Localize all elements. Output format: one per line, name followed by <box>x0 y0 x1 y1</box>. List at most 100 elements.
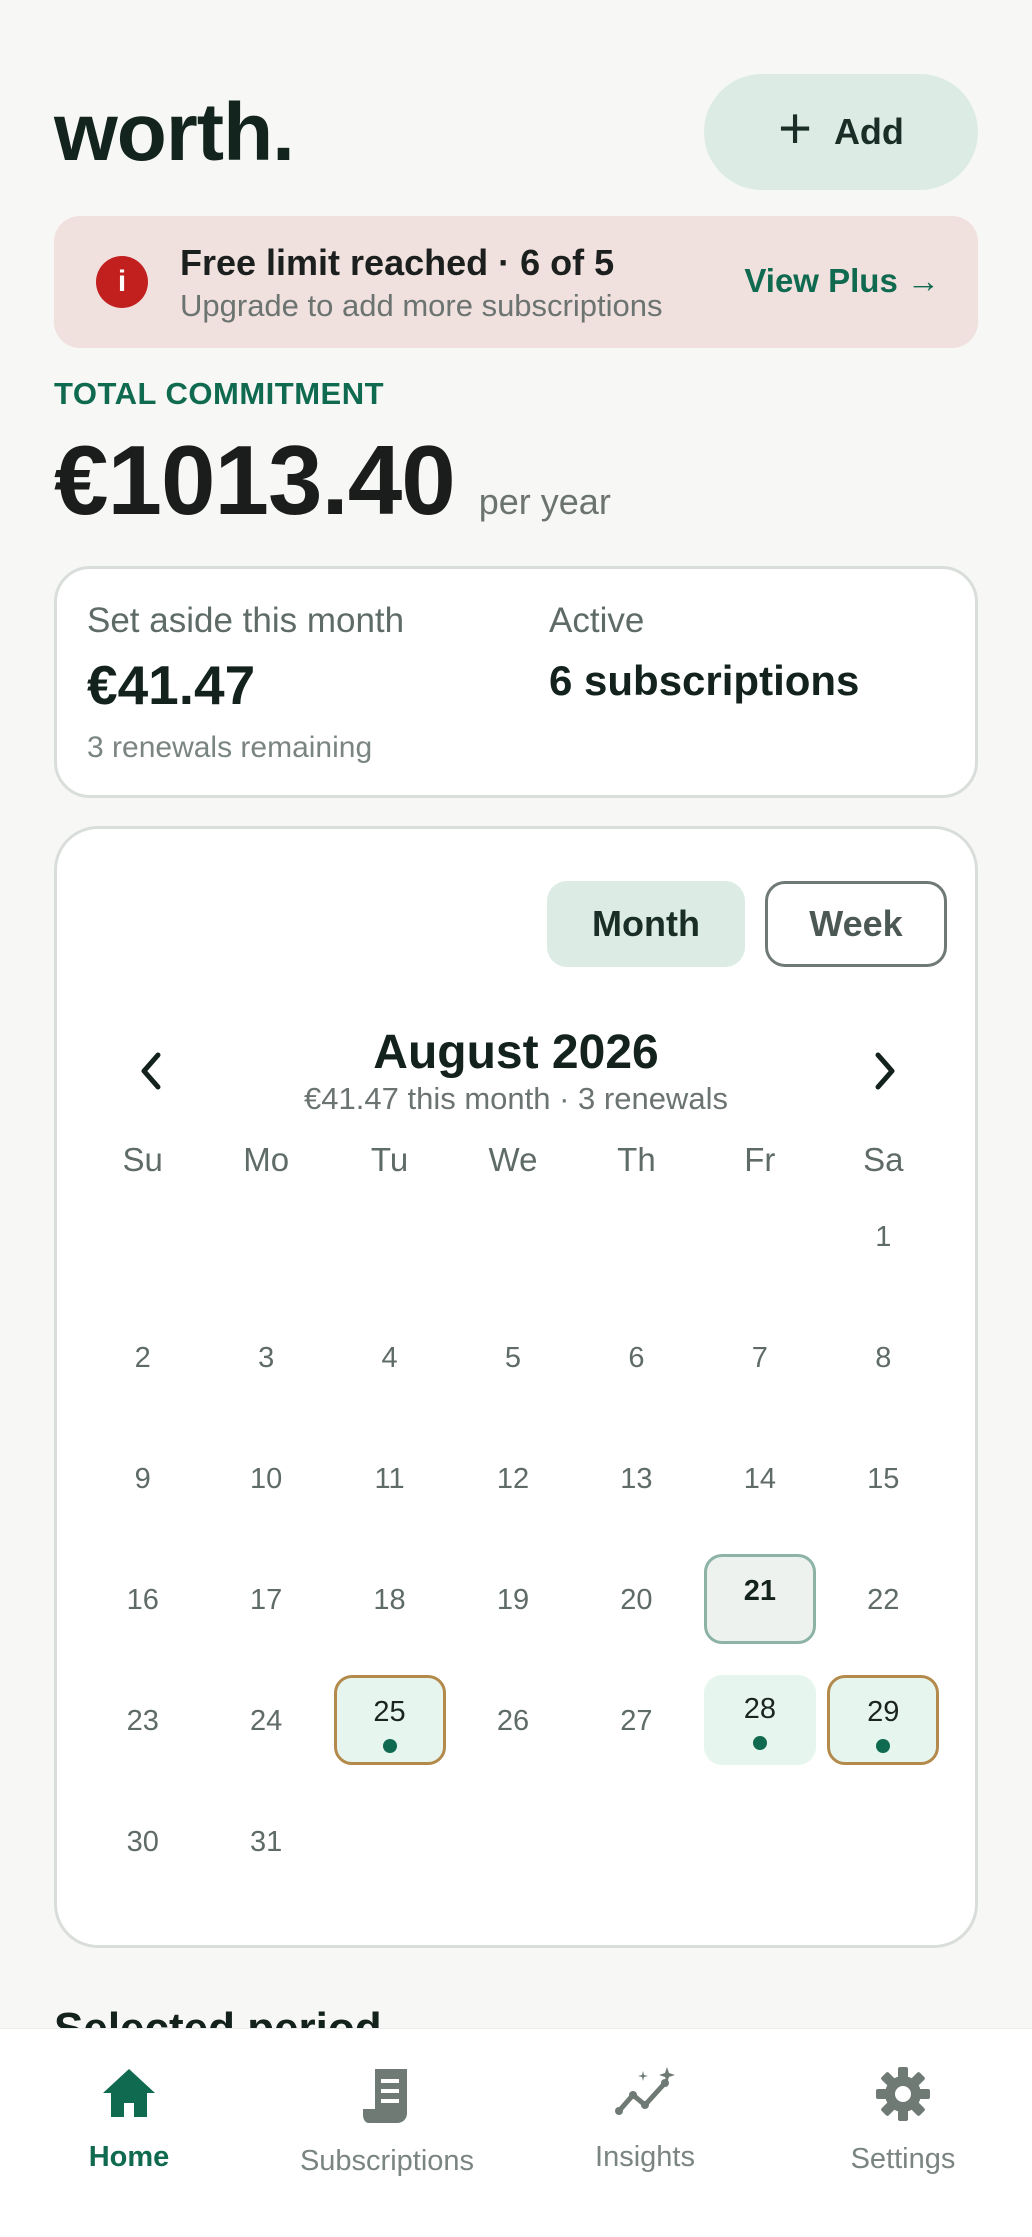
home-icon <box>103 2069 155 2117</box>
calendar-day[interactable]: 24 <box>204 1699 327 1820</box>
alert-icon: i <box>96 256 148 308</box>
weekday-label: Tu <box>370 1141 409 1178</box>
day-number: 31 <box>250 1826 283 1858</box>
renewals-remaining: 3 renewals remaining <box>87 731 373 764</box>
day-number: 5 <box>504 1342 522 1374</box>
banner-title: Free limit reached · 6 of 5 <box>180 242 615 283</box>
weekday-header: Su Mo Tu We Th Fr Sa <box>81 1141 945 1179</box>
calendar-day[interactable]: 5 <box>451 1336 574 1457</box>
tab-home-label: Home <box>88 2141 170 2173</box>
calendar-day[interactable]: 10 <box>204 1457 327 1578</box>
calendar-day[interactable]: 31 <box>204 1820 327 1941</box>
summary-card: Set aside this month €41.47 3 renewals r… <box>54 566 978 798</box>
calendar-day-renewal[interactable]: 25 <box>328 1675 451 1820</box>
calendar-day[interactable]: 19 <box>451 1578 574 1699</box>
empty-day-cell <box>451 1215 574 1336</box>
calendar-day[interactable]: 17 <box>204 1578 327 1699</box>
empty-day-cell <box>698 1215 821 1336</box>
tab-subscriptions-label: Subscriptions <box>299 2145 475 2177</box>
calendar-day[interactable]: 26 <box>451 1699 574 1820</box>
calendar-day[interactable]: 11 <box>328 1457 451 1578</box>
calendar-day[interactable]: 1 <box>822 1215 945 1336</box>
home-screen: worth. + Add i Free limit reached · 6 of… <box>0 0 1032 2237</box>
insights-icon <box>615 2067 675 2115</box>
app-logo: worth. <box>54 87 295 178</box>
calendar-card: Month Week August 2026 €41.47 this month… <box>54 826 978 1948</box>
day-number: 2 <box>134 1342 151 1374</box>
tab-subscriptions[interactable]: Subscriptions <box>258 2029 516 2237</box>
bottom-nav: Home Subscriptions Insights Settings <box>0 2028 1032 2237</box>
add-button-label: Add <box>833 111 904 152</box>
total-period: per year <box>478 481 611 522</box>
calendar-day[interactable]: 8 <box>822 1336 945 1457</box>
tab-settings-label: Settings <box>850 2143 956 2175</box>
weekday-label: Th <box>617 1141 656 1178</box>
calendar-day[interactable]: 4 <box>328 1336 451 1457</box>
empty-day-cell <box>575 1215 698 1336</box>
calendar-day[interactable]: 13 <box>575 1457 698 1578</box>
calendar-day[interactable]: 3 <box>204 1336 327 1457</box>
week-view-toggle[interactable]: Week <box>765 881 947 967</box>
next-month-button[interactable] <box>855 1041 915 1101</box>
day-number: 20 <box>620 1584 653 1616</box>
calendar-day[interactable]: 27 <box>575 1699 698 1820</box>
calendar-day[interactable]: 12 <box>451 1457 574 1578</box>
day-number: 30 <box>126 1826 159 1858</box>
day-number: 19 <box>496 1584 530 1616</box>
view-plus-link[interactable]: View Plus → <box>744 262 940 300</box>
add-subscription-button[interactable]: + Add <box>704 74 978 190</box>
calendar-day[interactable]: 16 <box>81 1578 204 1699</box>
calendar-day[interactable]: 7 <box>698 1336 821 1457</box>
limit-banner: i Free limit reached · 6 of 5 Upgrade to… <box>54 216 978 348</box>
day-number: 11 <box>374 1463 405 1495</box>
renewal-dot-icon <box>382 1739 397 1753</box>
total-row: €1013.40 per year <box>54 424 611 537</box>
empty-day-cell <box>328 1215 451 1336</box>
calendar-month-title: August 2026 <box>373 1026 659 1079</box>
gear-icon <box>876 2067 930 2121</box>
day-number: 3 <box>258 1342 275 1374</box>
day-highlight: 21 <box>703 1554 816 1644</box>
calendar-day[interactable]: 9 <box>81 1457 204 1578</box>
day-number: 7 <box>751 1342 768 1374</box>
day-highlight: 25 <box>333 1675 446 1765</box>
day-number: 21 <box>743 1575 776 1607</box>
day-number: 24 <box>250 1705 283 1737</box>
day-number: 9 <box>134 1463 151 1495</box>
day-number: 13 <box>620 1463 653 1495</box>
day-number: 27 <box>620 1705 653 1737</box>
calendar-day[interactable]: 6 <box>575 1336 698 1457</box>
banner-subtitle: Upgrade to add more subscriptions <box>180 288 663 323</box>
day-number: 29 <box>867 1696 900 1728</box>
tab-home[interactable]: Home <box>0 2029 258 2237</box>
calendar-day-renewal[interactable]: 29 <box>822 1675 945 1820</box>
calendar-day[interactable]: 30 <box>81 1820 204 1941</box>
total-amount: €1013.40 <box>54 425 456 535</box>
calendar-day[interactable]: 15 <box>822 1457 945 1578</box>
calendar-day-renewal[interactable]: 28 <box>698 1675 821 1820</box>
weekday-label: Fr <box>744 1141 776 1178</box>
weekday-label: Su <box>122 1141 163 1178</box>
calendar-day[interactable]: 20 <box>575 1578 698 1699</box>
calendar-day[interactable]: 23 <box>81 1699 204 1820</box>
receipt-icon <box>363 2069 407 2123</box>
set-aside-value: €41.47 <box>87 654 256 716</box>
day-number: 17 <box>250 1584 283 1616</box>
day-number: 1 <box>875 1221 892 1253</box>
day-number: 26 <box>496 1705 530 1737</box>
chevron-right-icon <box>875 1052 895 1090</box>
tab-insights[interactable]: Insights <box>516 2029 774 2237</box>
calendar-day[interactable]: 2 <box>81 1336 204 1457</box>
tab-settings[interactable]: Settings <box>774 2029 1032 2237</box>
day-highlight: 29 <box>827 1675 940 1765</box>
calendar-month-summary: €41.47 this month · 3 renewals <box>304 1081 728 1116</box>
month-view-toggle[interactable]: Month <box>547 881 745 967</box>
plus-icon: + <box>778 96 812 161</box>
day-number: 25 <box>373 1696 406 1728</box>
set-aside-label: Set aside this month <box>87 601 405 640</box>
header: worth. + Add <box>54 74 978 190</box>
day-number: 16 <box>126 1584 159 1616</box>
renewal-dot-icon <box>876 1739 891 1753</box>
day-number: 8 <box>875 1342 892 1374</box>
weekday-label: Mo <box>243 1141 290 1178</box>
